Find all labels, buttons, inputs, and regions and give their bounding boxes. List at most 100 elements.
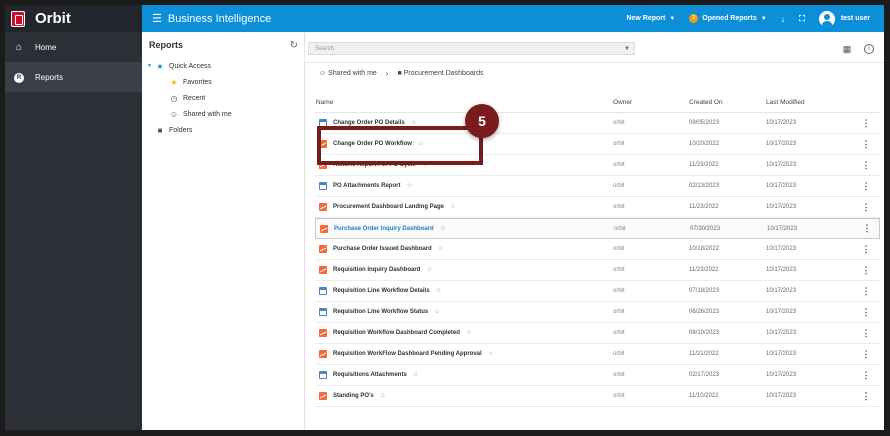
report-name-cell[interactable]: Standing PO's ☺ (315, 392, 613, 400)
row-menu-icon[interactable]: ⋮ (860, 202, 872, 213)
table-row[interactable]: Requisition Inquiry Dashboard ☺ orbit 11/23… (315, 260, 880, 281)
report-name-cell[interactable]: Requisition Line Workflow Details ☺ (315, 287, 613, 295)
report-name-cell[interactable]: Requisition Inquiry Dashboard ☺ (315, 266, 613, 274)
table-row[interactable]: Purchase Order Inquiry Dashboard ☺ orbit 07… (315, 218, 880, 239)
report-name[interactable]: Requisition Line Workflow Details (333, 288, 430, 294)
column-header-owner[interactable]: Owner (613, 99, 689, 106)
report-name[interactable]: Requisition Workflow Dashboard Completed (333, 330, 460, 336)
table-row[interactable]: Purchase Order Issued Dashboard ☺ orbit 10/… (315, 239, 880, 260)
breadcrumb-item-shared[interactable]: Shared with me (328, 70, 377, 77)
column-header-modified[interactable]: Last Modified (766, 99, 860, 106)
user-menu[interactable]: test user (818, 10, 870, 27)
report-name-cell[interactable]: Requisition Line Workflow Status ☺ (315, 308, 613, 316)
row-menu-icon[interactable]: ⋮ (861, 223, 873, 234)
download-button[interactable]: ↓ (781, 14, 786, 24)
tree-item-favorites[interactable]: ★ Favorites (142, 74, 304, 90)
brand[interactable]: Orbit (5, 5, 142, 32)
row-menu-icon[interactable]: ⋮ (860, 370, 872, 381)
column-header-name[interactable]: Name (315, 99, 613, 106)
report-name-cell[interactable]: PO Attachments Report ☺ (315, 182, 613, 190)
created-on-cell: 11/10/2022 (689, 393, 719, 399)
report-name-cell[interactable]: Procurement Dashboard Landing Page ☺ (315, 203, 613, 211)
report-name[interactable]: Requisition Line Workflow Status (333, 309, 428, 315)
row-menu-icon[interactable]: ⋮ (860, 244, 872, 255)
created-on-cell: 09/05/2023 (689, 120, 720, 126)
table-row[interactable]: Requisition Workflow Dashboard Completed… (315, 323, 880, 344)
refresh-icon[interactable]: ↻ (290, 40, 298, 51)
tree-item-shared-with-me[interactable]: ☺ Shared with me (142, 106, 304, 122)
last-modified-cell: 10/17/2023 (766, 393, 797, 399)
report-name-cell[interactable]: Requisitions Attachments ☺ (315, 371, 613, 379)
row-menu-icon[interactable]: ⋮ (860, 181, 872, 192)
row-menu-icon[interactable]: ⋮ (860, 265, 872, 276)
users-icon: ☺ (169, 109, 179, 119)
table-row[interactable]: Procurement Dashboard Landing Page ☺ orbit… (315, 197, 880, 218)
hamburger-menu-icon[interactable]: ☰ (152, 12, 162, 25)
new-report-button[interactable]: New Report ▼ (626, 15, 675, 22)
report-name[interactable]: Requisitions Attachments (333, 372, 407, 378)
tree-item-quick-access[interactable]: ▼ ★ Quick Access (142, 58, 304, 74)
report-doc-icon (319, 371, 327, 379)
report-name[interactable]: Requisition Inquiry Dashboard (333, 267, 420, 273)
column-header-created[interactable]: Created On (689, 99, 766, 106)
chevron-down-icon: ▼ (669, 15, 676, 22)
row-menu-icon[interactable]: ⋮ (860, 391, 872, 402)
row-menu-icon[interactable]: ⋮ (860, 118, 872, 129)
grid-view-icon[interactable]: ▦ (840, 42, 854, 56)
table-row[interactable]: Requisition Line Workflow Status ☺ orbit 06… (315, 302, 880, 323)
report-name-cell[interactable]: Requisition WorkFlow Dashboard Pending A… (315, 350, 613, 358)
user-name: test user (840, 15, 870, 22)
main-content: Search ▼ ▦ i ☺ Shared with me › ■ Procur… (305, 32, 884, 430)
shared-users-icon: ☺ (412, 372, 419, 378)
owner-cell: orbit (614, 225, 626, 232)
report-name[interactable]: Standing PO's (333, 393, 374, 399)
star-icon: ★ (170, 77, 178, 87)
tree-item-folders[interactable]: ■ Folders (142, 122, 304, 138)
report-name-cell[interactable]: Purchase Order Inquiry Dashboard ☺ (316, 224, 614, 233)
table-row[interactable]: Requisitions Attachments ☺ orbit 02/17/2023… (315, 365, 880, 386)
last-modified-cell: 10/17/2023 (766, 372, 797, 378)
info-icon[interactable]: i (864, 44, 874, 54)
owner-cell: orbit (613, 372, 625, 378)
table-row[interactable]: PO Attachments Report ☺ orbit 02/13/2023 10/… (315, 176, 880, 197)
fullscreen-button[interactable]: ⛶ (799, 14, 805, 24)
row-menu-icon[interactable]: ⋮ (860, 139, 872, 150)
dashboard-icon (319, 245, 327, 253)
report-name[interactable]: Requisition WorkFlow Dashboard Pending A… (333, 351, 482, 357)
reports-sidebar: Reports ↻ ▼ ★ Quick Access ★ Favorites ◷… (142, 32, 305, 430)
last-modified-cell: 10/17/2023 (766, 183, 797, 189)
breadcrumb-item-procurement[interactable]: Procurement Dashboards (404, 70, 484, 77)
row-menu-icon[interactable]: ⋮ (860, 307, 872, 318)
row-menu-icon[interactable]: ⋮ (860, 328, 872, 339)
owner-cell: orbit (613, 309, 625, 315)
report-name-cell[interactable]: Requisition Workflow Dashboard Completed… (315, 329, 613, 337)
divider (305, 62, 884, 63)
report-name[interactable]: Purchase Order Issued Dashboard (333, 246, 432, 252)
table-row[interactable]: Standing PO's ☺ orbit 11/10/2022 10/17/2023 ⋮ (315, 386, 880, 407)
owner-cell: orbit (613, 141, 625, 147)
report-name-cell[interactable]: Purchase Order Issued Dashboard ☺ (315, 245, 613, 253)
row-menu-icon[interactable]: ⋮ (860, 286, 872, 297)
search-input[interactable]: Search ▼ (308, 42, 635, 55)
report-name[interactable]: PO Attachments Report (333, 183, 400, 189)
row-menu-icon[interactable]: ⋮ (860, 160, 872, 171)
report-name[interactable]: Purchase Order Inquiry Dashboard (334, 226, 434, 232)
reports-icon: R (13, 71, 25, 83)
table-row[interactable]: Requisition WorkFlow Dashboard Pending A… (315, 344, 880, 365)
table-row[interactable]: Requisition Line Workflow Details ☺ orbit 0… (315, 281, 880, 302)
folder-icon: ■ (397, 70, 402, 77)
opened-reports-button[interactable]: 2 Opened Reports ▼ (689, 14, 767, 23)
owner-cell: orbit (613, 330, 625, 336)
shared-users-icon: ☺ (435, 288, 442, 294)
created-on-cell: 11/21/2022 (689, 351, 719, 357)
row-menu-icon[interactable]: ⋮ (860, 349, 872, 360)
callout-step-badge: 5 (465, 104, 499, 138)
tree-item-recent[interactable]: ◷ Recent (142, 90, 304, 106)
nav-item-home[interactable]: ⌂ Home (5, 32, 142, 62)
report-doc-icon (319, 308, 327, 316)
report-name[interactable]: Procurement Dashboard Landing Page (333, 204, 444, 210)
chevron-down-icon: ▼ (760, 15, 767, 22)
owner-cell: orbit (613, 204, 625, 210)
nav-item-reports[interactable]: R Reports (5, 62, 142, 92)
owner-cell: orbit (613, 288, 625, 294)
